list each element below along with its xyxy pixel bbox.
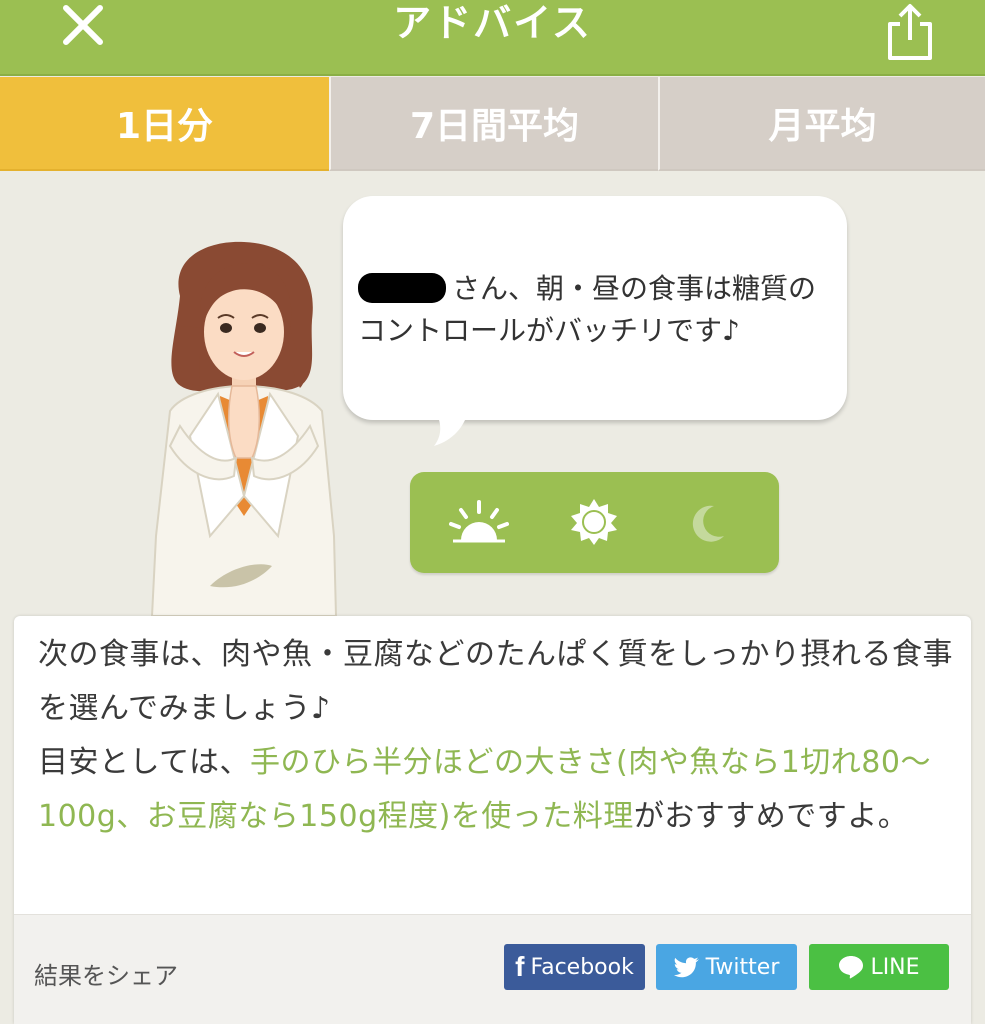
tab-7day-average[interactable]: 7日間平均 xyxy=(329,77,658,171)
page-title: アドバイス xyxy=(393,1,592,45)
advice-text: 次の食事は、肉や魚・豆腐などのたんぱく質をしっかり摂れる食事を選んでみましょう♪… xyxy=(38,628,958,844)
facebook-share-button[interactable]: f Facebook xyxy=(504,944,645,990)
tab-1day[interactable]: 1日分 xyxy=(0,77,329,171)
facebook-icon: f xyxy=(515,951,525,982)
share-label: 結果をシェア xyxy=(34,962,178,990)
twitter-bird-icon xyxy=(673,956,700,978)
line-chat-icon xyxy=(838,955,864,979)
advice-line2-suffix: がおすすめですよ。 xyxy=(633,799,909,834)
advisor-illustration xyxy=(150,241,338,616)
share-button[interactable] xyxy=(874,0,946,64)
moon-icon xyxy=(692,505,724,542)
facebook-label: Facebook xyxy=(530,954,634,980)
advisor-message: さん、朝・昼の食事は糖質のコントロールがバッチリです♪ xyxy=(358,268,838,352)
sun-icon xyxy=(571,499,617,545)
twitter-share-button[interactable]: Twitter xyxy=(656,944,797,990)
advice-line2-prefix: 目安としては、 xyxy=(38,745,250,780)
twitter-label: Twitter xyxy=(705,954,780,980)
advice-line1: 次の食事は、肉や魚・豆腐などのたんぱく質をしっかり摂れる食事を選んでみましょう♪ xyxy=(38,637,953,726)
line-share-button[interactable]: LINE xyxy=(809,944,949,990)
app-header: アドバイス xyxy=(0,0,985,76)
period-tabs: 1日分 7日間平均 月平均 xyxy=(0,77,985,171)
line-label: LINE xyxy=(870,954,920,980)
speech-bubble-tail xyxy=(434,412,468,446)
share-upload-icon xyxy=(888,4,932,60)
tab-monthly-average[interactable]: 月平均 xyxy=(658,77,985,171)
redacted-username xyxy=(358,273,446,303)
sunrise-icon xyxy=(449,500,509,543)
